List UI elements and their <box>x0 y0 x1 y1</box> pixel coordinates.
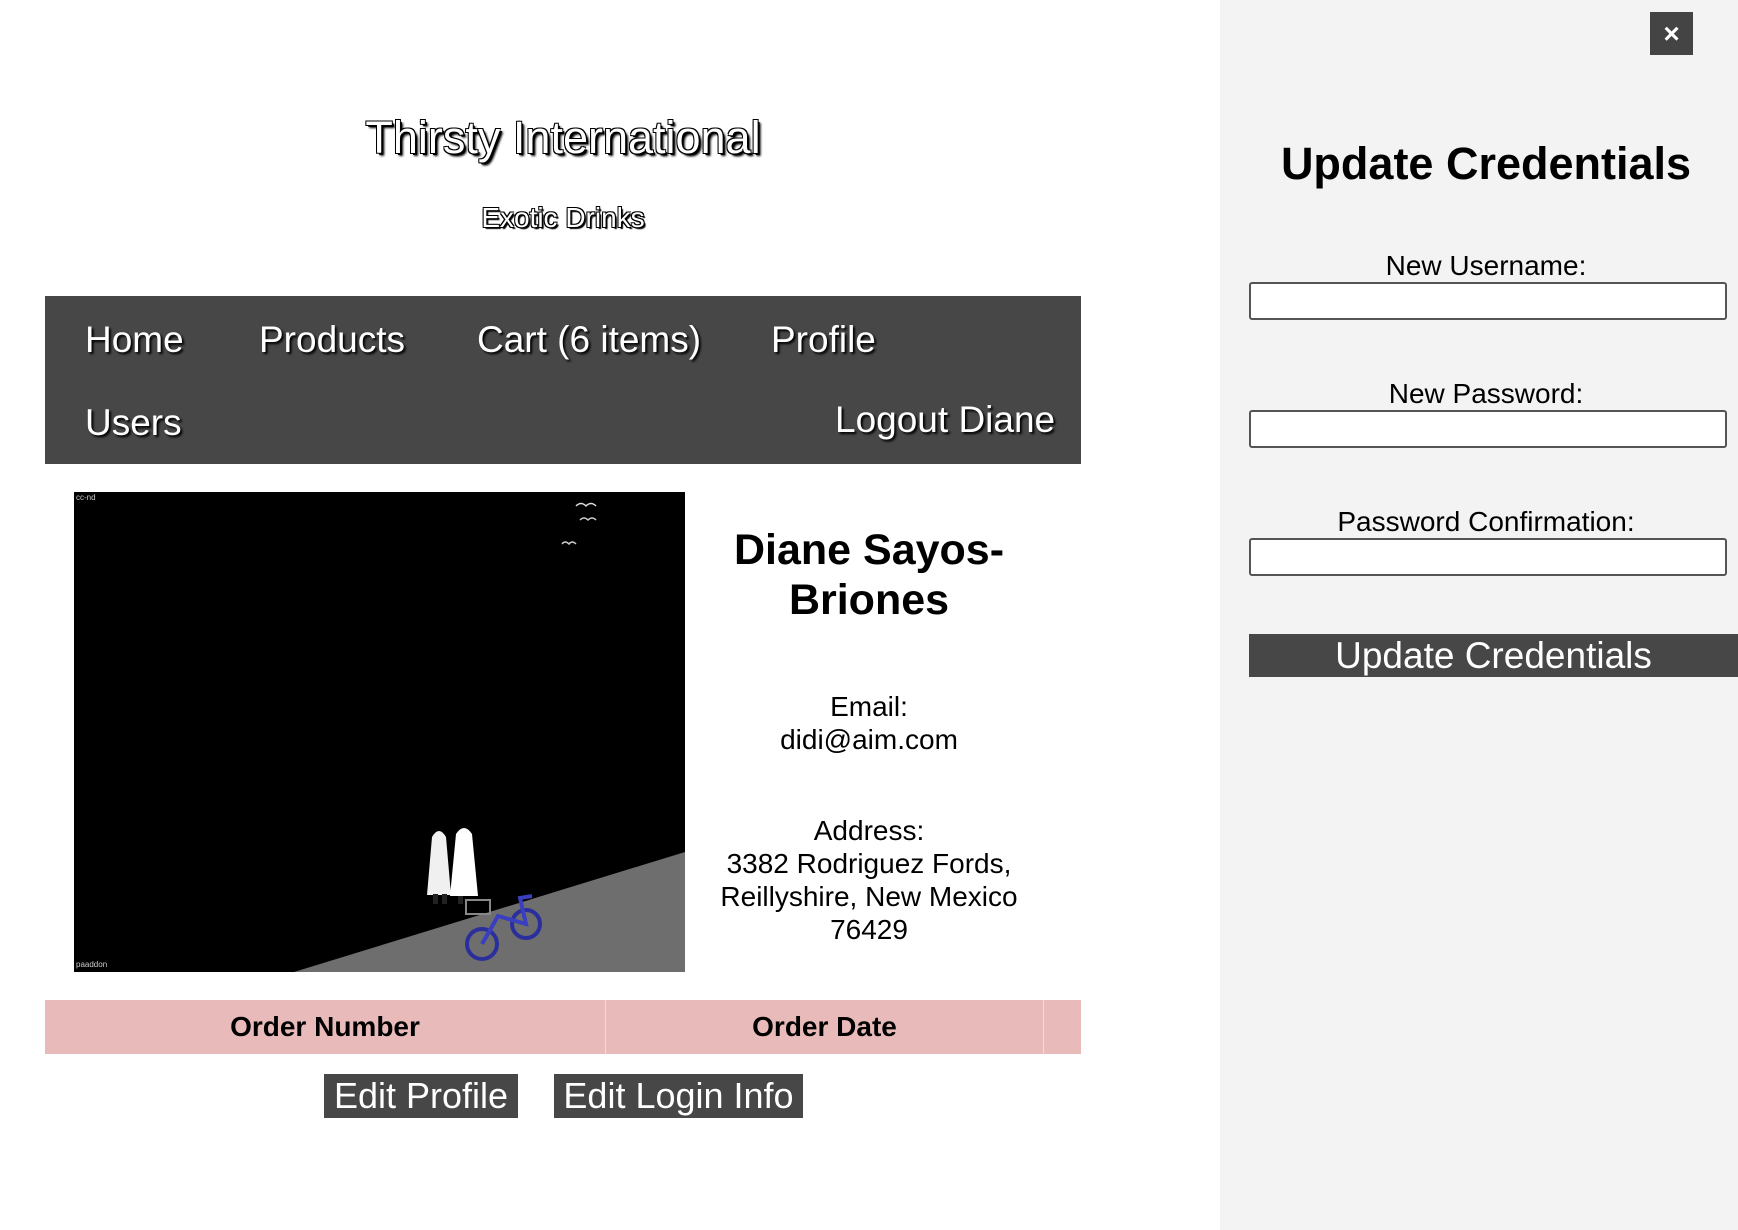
photo-license-tag: cc-nd <box>76 493 96 502</box>
nav-profile[interactable]: Profile <box>771 319 876 361</box>
profile-photo-image <box>74 492 685 972</box>
site-subtitle: Exotic Drinks <box>481 202 645 233</box>
photo-credit-tag: paaddon <box>76 960 108 969</box>
new-password-input[interactable] <box>1249 410 1727 448</box>
password-confirmation-label: Password Confirmation: <box>1337 506 1635 537</box>
nav-logout[interactable]: Logout Diane <box>835 399 1055 441</box>
edit-profile-button[interactable]: Edit Profile <box>324 1074 518 1118</box>
address-label: Address: <box>813 815 925 846</box>
profile-name: Diane Sayos-Briones <box>733 526 1005 624</box>
nav-cart[interactable]: Cart (6 items) <box>477 319 701 361</box>
new-username-input[interactable] <box>1249 282 1727 320</box>
nav-products[interactable]: Products <box>259 319 405 361</box>
nav-users[interactable]: Users <box>85 402 182 444</box>
address-line-2: Reillyshire, New Mexico <box>720 881 1018 912</box>
site-title: Thirsty International <box>365 112 761 163</box>
panel-title: Update Credentials <box>1280 138 1692 189</box>
edit-login-info-button[interactable]: Edit Login Info <box>554 1074 803 1118</box>
column-spacer <box>1044 1000 1081 1054</box>
main-nav: Home Products Cart (6 items) Profile Use… <box>45 296 1081 464</box>
profile-photo: cc-nd paaddon <box>74 492 685 972</box>
email-value: didi@aim.com <box>780 724 958 755</box>
address-line-1: 3382 Rodriguez Fords, <box>726 848 1012 879</box>
address-line-3: 76429 <box>830 914 908 945</box>
nav-home[interactable]: Home <box>85 319 184 361</box>
orders-table-header: Order Number Order Date <box>45 1000 1081 1054</box>
column-order-number: Order Number <box>45 1000 606 1054</box>
column-order-date: Order Date <box>606 1000 1044 1054</box>
close-icon[interactable]: × <box>1650 12 1693 55</box>
email-label: Email: <box>830 691 908 722</box>
password-confirmation-input[interactable] <box>1249 538 1727 576</box>
main-content: Thirsty International Exotic Drinks Home… <box>0 0 1220 1230</box>
update-credentials-button[interactable]: Update Credentials <box>1249 634 1738 677</box>
new-username-label: New Username: <box>1385 250 1587 281</box>
new-password-label: New Password: <box>1388 378 1584 409</box>
